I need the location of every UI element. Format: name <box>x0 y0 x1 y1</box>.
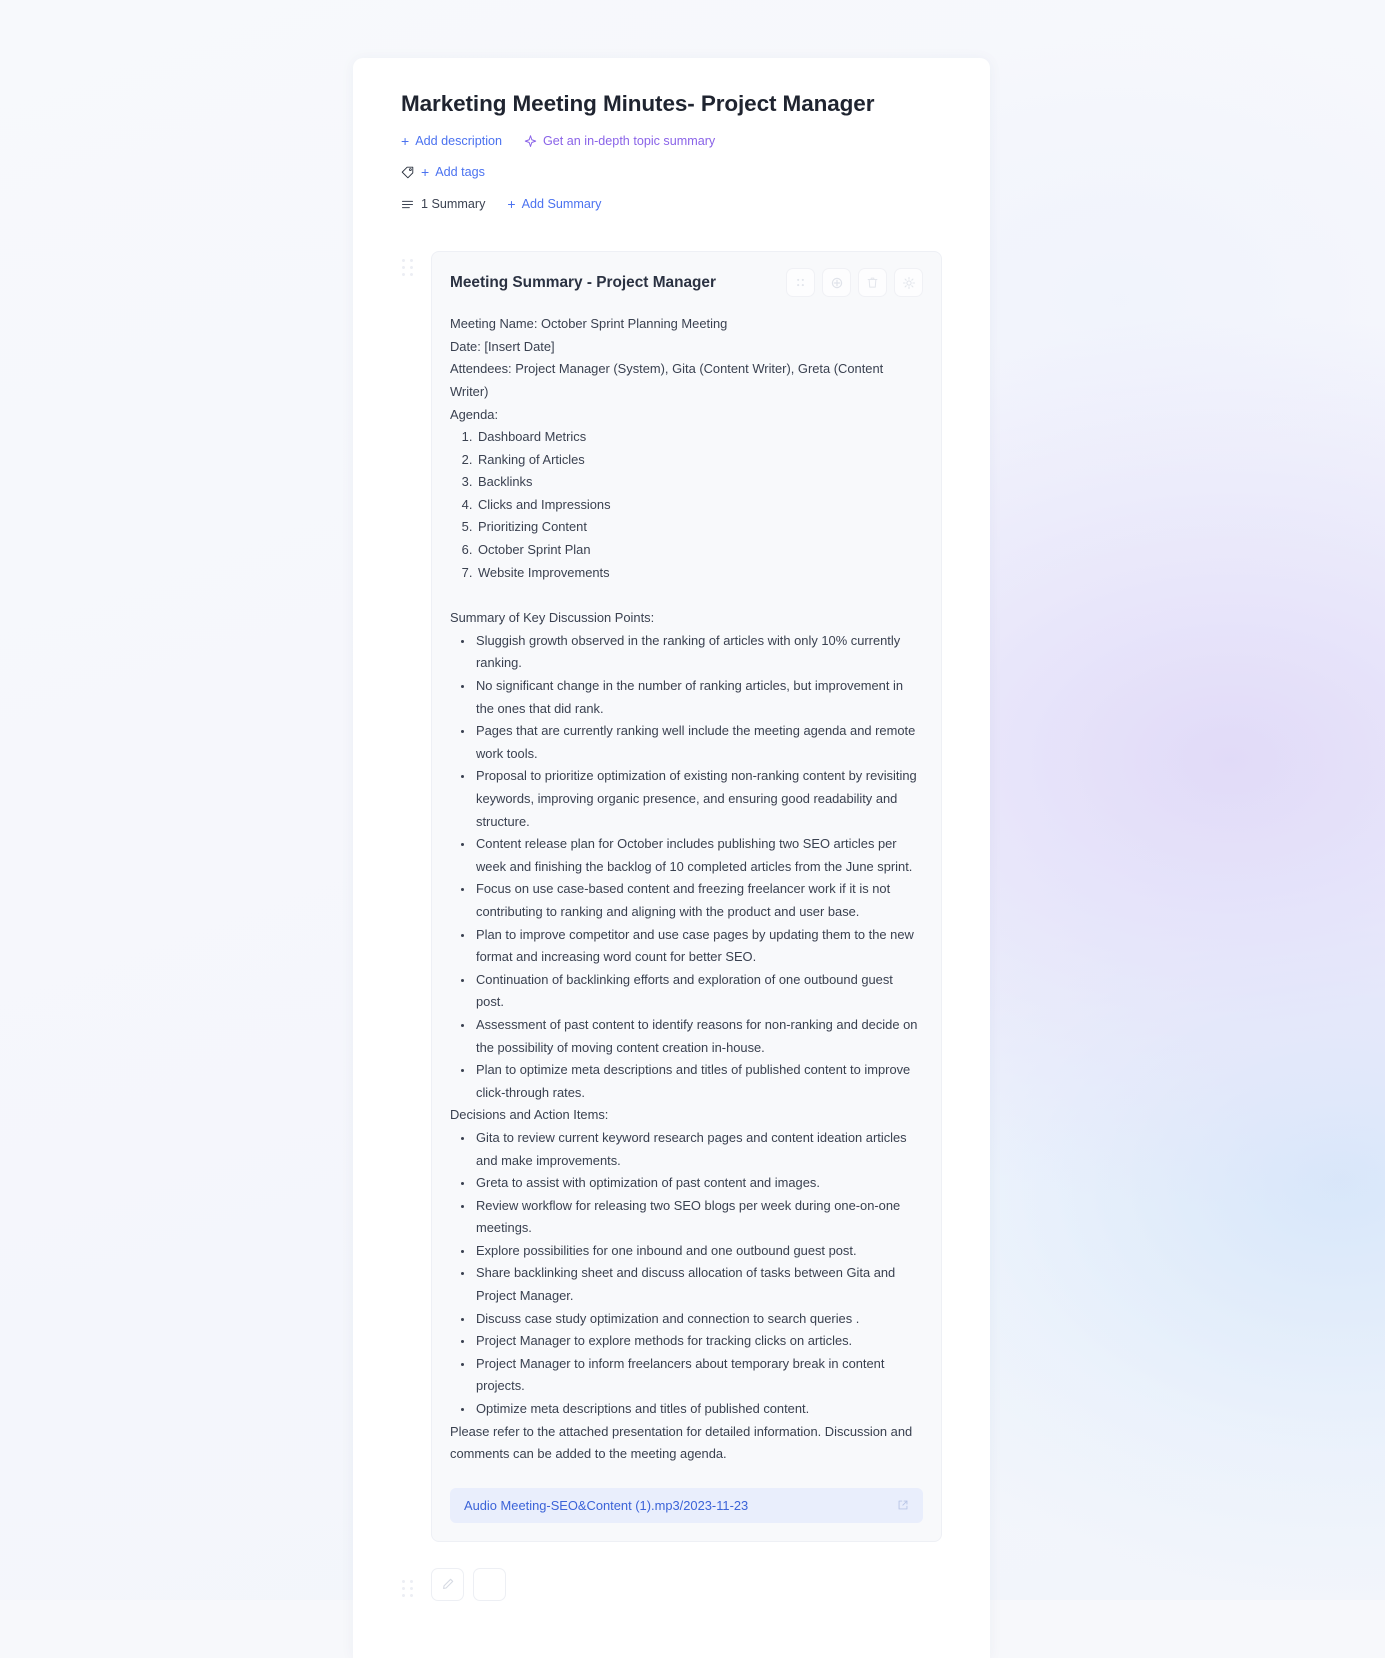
discussion-point: Content release plan for October include… <box>474 833 923 878</box>
meeting-date-line: Date: [Insert Date] <box>450 338 555 354</box>
drag-dot <box>402 259 405 263</box>
decision-item: Project Manager to inform freelancers ab… <box>474 1353 923 1398</box>
card-drag-handle[interactable] <box>402 259 414 277</box>
add-circle-icon <box>831 277 842 288</box>
edit-block-button[interactable] <box>431 1567 464 1601</box>
agenda-item: Clicks and Impressions <box>476 494 923 517</box>
attachment-label: Audio Meeting-SEO&Content (1).mp3/2023-1… <box>464 1497 749 1513</box>
decision-item: Discuss case study optimization and conn… <box>474 1308 923 1331</box>
add-summary-label: Add Summary <box>521 197 602 212</box>
discussion-point: Continuation of backlinking efforts and … <box>474 969 923 1014</box>
discussion-point: No significant change in the number of r… <box>474 675 923 720</box>
delete-button[interactable] <box>858 268 887 298</box>
plus-icon: + <box>421 164 430 181</box>
drag-grid-icon <box>797 278 804 287</box>
decision-item: Gita to review current keyword research … <box>474 1127 923 1172</box>
topic-summary-label: Get an in-depth topic summary <box>543 134 716 149</box>
tags-row: + Add tags <box>401 163 942 181</box>
decisions-list: Gita to review current keyword research … <box>450 1127 923 1421</box>
topic-summary-button[interactable]: Get an in-depth topic summary <box>524 134 715 148</box>
tag-icon <box>401 166 414 178</box>
add-tags-label: Add tags <box>435 165 485 180</box>
discussion-point: Assessment of past content to identify r… <box>474 1014 923 1059</box>
discussion-point: Sluggish growth observed in the ranking … <box>474 630 923 675</box>
tags-group: + Add tags <box>401 165 485 179</box>
page-title: Marketing Meeting Minutes- Project Manag… <box>401 91 875 116</box>
decision-item: Share backlinking sheet and discuss allo… <box>474 1262 923 1307</box>
document-meta-actions: + Add description Get an in-depth topic … <box>401 132 942 150</box>
add-tags-button[interactable]: + Add tags <box>421 165 485 179</box>
settings-button[interactable] <box>894 268 923 298</box>
plus-icon: + <box>507 196 516 213</box>
closing-note: Please refer to the attached presentatio… <box>450 1423 913 1462</box>
meeting-name-line: Meeting Name: October Sprint Planning Me… <box>450 316 728 332</box>
add-circle-button[interactable] <box>822 268 851 298</box>
plus-icon: + <box>401 133 410 150</box>
decision-item: Optimize meta descriptions and titles of… <box>474 1398 923 1421</box>
drag-dot <box>402 1593 405 1597</box>
block-toolbar <box>401 1567 942 1641</box>
discussion-point: Plan to optimize meta descriptions and t… <box>474 1059 923 1104</box>
summary-count-row: 1 Summary + Add Summary <box>401 195 942 213</box>
audio-attachment-link[interactable]: Audio Meeting-SEO&Content (1).mp3/2023-1… <box>450 1487 923 1523</box>
agenda-item: October Sprint Plan <box>476 539 923 562</box>
agenda-item: Dashboard Metrics <box>476 426 923 449</box>
discussion-point: Plan to improve competitor and use case … <box>474 924 923 969</box>
discussion-point: Pages that are currently ranking well in… <box>474 720 923 765</box>
pencil-icon <box>442 1579 453 1590</box>
summary-card-wrapper: Meeting Summary - Project Manager Meetin… <box>401 251 942 1542</box>
discussion-heading: Summary of Key Discussion Points: <box>450 610 655 626</box>
drag-dot <box>410 1586 413 1590</box>
agenda-item: Prioritizing Content <box>476 516 923 539</box>
decision-item: Review workflow for releasing two SEO bl… <box>474 1195 923 1240</box>
agenda-heading: Agenda: <box>450 406 499 422</box>
summary-card-title: Meeting Summary - Project Manager <box>450 274 716 292</box>
drag-dot <box>410 266 413 270</box>
drag-grid-button[interactable] <box>786 268 815 298</box>
add-description-button[interactable]: + Add description <box>401 134 502 148</box>
decisions-heading: Decisions and Action Items: <box>450 1107 609 1123</box>
agenda-item: Backlinks <box>476 471 923 494</box>
summary-card: Meeting Summary - Project Manager Meetin… <box>431 251 942 1542</box>
summary-count-group: 1 Summary <box>401 197 485 211</box>
drag-dot <box>410 1579 413 1583</box>
discussion-point: Proposal to prioritize optimization of e… <box>474 765 923 833</box>
document-panel: Marketing Meeting Minutes- Project Manag… <box>353 58 990 1658</box>
list-lines-icon <box>401 200 414 208</box>
agenda-item: Website Improvements <box>476 562 923 585</box>
drag-dot <box>410 1593 413 1597</box>
agenda-list: Dashboard Metrics Ranking of Articles Ba… <box>450 426 923 584</box>
summary-card-actions <box>786 268 923 298</box>
agenda-item: Ranking of Articles <box>476 449 923 472</box>
drag-dot <box>402 1586 405 1590</box>
discussion-point: Focus on use case-based content and free… <box>474 878 923 923</box>
summary-count-label: 1 Summary <box>421 197 486 212</box>
add-description-label: Add description <box>415 134 502 149</box>
summary-card-header: Meeting Summary - Project Manager <box>450 268 923 298</box>
summary-card-body: Meeting Name: October Sprint Planning Me… <box>450 313 923 1466</box>
block-drag-handle[interactable] <box>402 1579 414 1598</box>
sparkle-icon <box>524 134 537 147</box>
discussion-points-list: Sluggish growth observed in the ranking … <box>450 630 923 1104</box>
drag-dot <box>402 273 405 277</box>
decision-item: Explore possibilities for one inbound an… <box>474 1240 923 1263</box>
trash-icon <box>867 277 878 288</box>
decision-item: Project Manager to explore methods for t… <box>474 1330 923 1353</box>
drag-dot <box>410 273 413 277</box>
drag-dot <box>402 266 405 270</box>
attendees-line: Attendees: Project Manager (System), Git… <box>450 361 884 399</box>
external-link-icon <box>898 1500 908 1510</box>
empty-block-button[interactable] <box>473 1567 506 1601</box>
decision-item: Greta to assist with optimization of pas… <box>474 1172 923 1195</box>
drag-dot <box>410 259 413 263</box>
drag-dot <box>402 1579 405 1583</box>
settings-icon <box>902 276 915 289</box>
add-summary-button[interactable]: + Add Summary <box>507 197 601 211</box>
